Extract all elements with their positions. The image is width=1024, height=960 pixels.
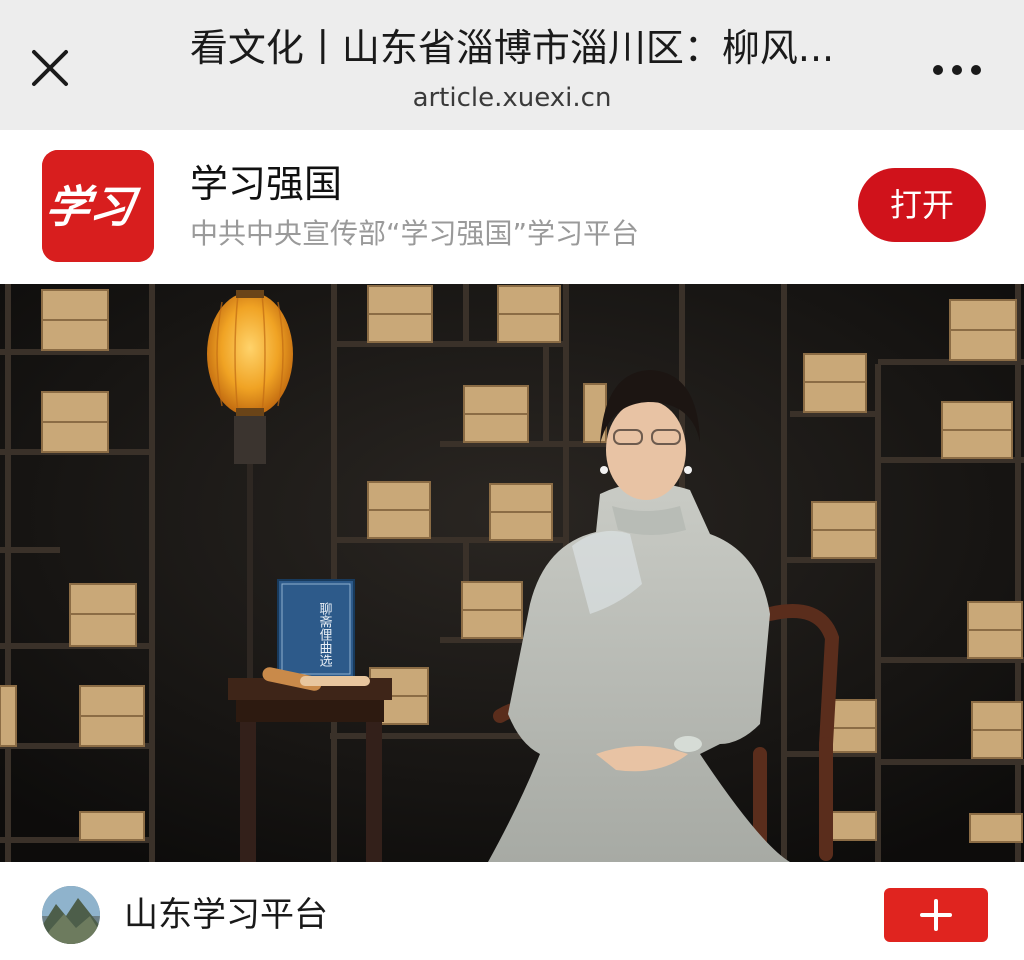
account-name: 山东学习平台 (124, 895, 328, 935)
open-app-button[interactable]: 打开 (858, 168, 986, 242)
svg-text:学习: 学习 (42, 181, 142, 233)
account-avatar[interactable] (42, 886, 100, 944)
more-options-button[interactable] (928, 50, 988, 90)
page-title: 看文化丨山东省淄博市淄川区：柳风... (189, 26, 835, 70)
xuexi-logo-icon: 学习 (42, 150, 154, 262)
video-still-image: 聊斋俚曲选 (0, 284, 1024, 862)
close-icon (32, 50, 68, 86)
page-domain: article.xuexi.cn (412, 83, 612, 113)
app-logo[interactable]: 学习 (42, 150, 154, 262)
mountain-avatar-icon (42, 886, 100, 944)
app-description: 中共中央宣传部“学习强国”学习平台 (190, 217, 640, 250)
app-name: 学习强国 (190, 162, 343, 206)
more-horizontal-icon (933, 65, 981, 75)
video-frame[interactable]: 聊斋俚曲选 (0, 284, 1024, 862)
account-bar: 山东学习平台 (0, 862, 1024, 960)
book-cover-title: 聊斋俚曲选 (317, 602, 333, 668)
app-banner: 学习 学习强国 中共中央宣传部“学习强国”学习平台 打开 (0, 130, 1024, 284)
browser-top-bar: 看文化丨山东省淄博市淄川区：柳风... article.xuexi.cn (0, 0, 1024, 130)
close-button[interactable] (26, 44, 74, 92)
plus-icon (920, 899, 952, 931)
follow-button[interactable] (884, 888, 988, 942)
